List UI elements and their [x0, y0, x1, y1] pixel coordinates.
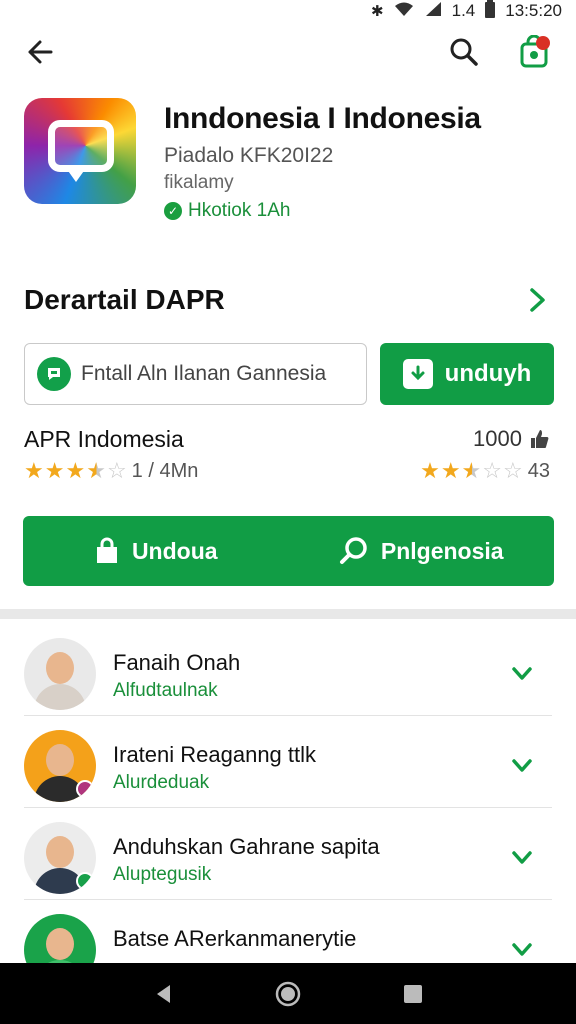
contact-list: Fanaih Onah Alfudtaulnak Irateni Reagann… — [0, 624, 576, 992]
battery-icon — [485, 0, 496, 22]
triangle-back-icon — [156, 984, 170, 1003]
app-title: Inndonesia I Indonesia — [164, 102, 481, 135]
rating-count-value: 1000 — [473, 426, 522, 451]
stars-left-icon: ★★★★☆ — [24, 458, 128, 483]
action-search-button[interactable]: Pnlgenosia — [289, 516, 555, 586]
action-download-label: Undoua — [131, 537, 218, 564]
status-badge — [76, 872, 94, 890]
status-badge — [76, 780, 94, 798]
list-item-chevron[interactable] — [508, 752, 536, 780]
chat-screen-icon — [48, 120, 114, 172]
check-circle-icon: ✓ — [164, 202, 182, 220]
chevron-down-icon — [512, 667, 532, 680]
avatar — [24, 822, 96, 894]
avatar — [24, 730, 96, 802]
back-button[interactable] — [20, 32, 60, 72]
list-item[interactable]: Fanaih Onah Alfudtaulnak — [24, 624, 552, 716]
chevron-down-icon — [512, 759, 532, 772]
action-bar: Undoua Pnlgenosia — [23, 516, 554, 586]
download-icon — [402, 359, 433, 389]
list-item[interactable]: Anduhskan Gahrane sapita Aluptegusik — [24, 808, 552, 900]
list-item-chevron[interactable] — [508, 844, 536, 872]
section-divider — [0, 609, 576, 619]
list-item-chevron[interactable] — [508, 936, 536, 964]
nav-back-button[interactable] — [143, 974, 183, 1014]
avatar — [24, 638, 96, 710]
chevron-down-icon — [512, 943, 532, 956]
download-button-label: unduyh — [444, 360, 532, 387]
status-time: 13:5:20 — [505, 1, 562, 20]
list-item[interactable]: Irateni Reaganng ttlk Alurdeduak — [24, 716, 552, 808]
stars-right-icon: ★★★☆☆ — [420, 458, 524, 483]
download-button[interactable]: unduyh — [380, 343, 554, 405]
list-item-subtitle: Alfudtaulnak — [113, 680, 218, 701]
rating-count: 1000 — [473, 426, 550, 452]
list-item-name: Anduhskan Gahrane sapita — [113, 834, 380, 859]
rating-row: APR Indomesia 1000 ★★★★☆ 1 / 4Mn ★★★☆☆ 4… — [24, 424, 554, 488]
list-item-subtitle: Aluptegusik — [113, 864, 212, 885]
nav-recents-button[interactable] — [393, 974, 433, 1014]
rating-left-text: 1 / 4Mn — [131, 459, 199, 482]
circle-home-icon — [275, 981, 301, 1006]
verified-badge: ✓ Hkotiok 1Ah — [164, 200, 290, 222]
app-icon — [24, 98, 136, 204]
rating-stars-left: ★★★★☆ 1 / 4Mn — [24, 458, 198, 484]
status-bar: ✱ 1.4 13:5:20 — [0, 0, 576, 22]
list-item-name: Irateni Reaganng ttlk — [113, 742, 317, 767]
app-bar — [0, 28, 576, 76]
back-arrow-icon — [28, 40, 53, 64]
rating-stars-right: ★★★☆☆ 43 — [420, 458, 550, 484]
bluetooth-icon: ✱ — [371, 3, 384, 20]
app-developer[interactable]: Piadalo KFK20I22 — [164, 144, 333, 168]
action-search-label: Pnlgenosia — [380, 537, 504, 564]
verified-label: Hkotiok 1Ah — [188, 200, 291, 221]
rating-right-text: 43 — [527, 459, 550, 482]
search-field[interactable] — [24, 343, 367, 405]
square-recents-icon — [404, 984, 423, 1003]
search-icon — [339, 537, 367, 564]
thumbs-icon — [531, 430, 549, 448]
chevron-down-icon — [512, 851, 532, 864]
download-bag-icon — [96, 537, 117, 563]
list-item-name: Fanaih Onah — [113, 650, 241, 675]
app-header: Inndonesia I Indonesia Piadalo KFK20I22 … — [24, 96, 554, 221]
cell-signal-icon — [424, 1, 442, 21]
search-button[interactable] — [444, 32, 484, 72]
store-bag-icon — [520, 35, 550, 68]
signal-text: 1.4 — [451, 1, 476, 20]
app-category: fikalamy — [164, 172, 234, 193]
search-input[interactable] — [81, 362, 351, 386]
section-more-button[interactable] — [520, 282, 556, 318]
list-item-subtitle: Alurdeduak — [113, 772, 210, 793]
wifi-icon — [394, 1, 414, 21]
action-download-button[interactable]: Undoua — [23, 516, 289, 586]
store-button[interactable] — [514, 32, 554, 72]
search-icon — [450, 38, 478, 66]
section-title: Derartail DAPR — [24, 284, 225, 315]
list-item-chevron[interactable] — [508, 660, 536, 688]
list-item-name: Batse ARerkanmanerytie — [113, 926, 357, 951]
chat-tail-icon — [66, 168, 86, 182]
rating-app-name: APR Indomesia — [24, 426, 184, 452]
nav-home-button[interactable] — [268, 974, 308, 1014]
chat-bubble-icon — [37, 357, 71, 391]
system-nav-bar — [0, 963, 576, 1024]
chevron-right-icon — [530, 288, 545, 312]
